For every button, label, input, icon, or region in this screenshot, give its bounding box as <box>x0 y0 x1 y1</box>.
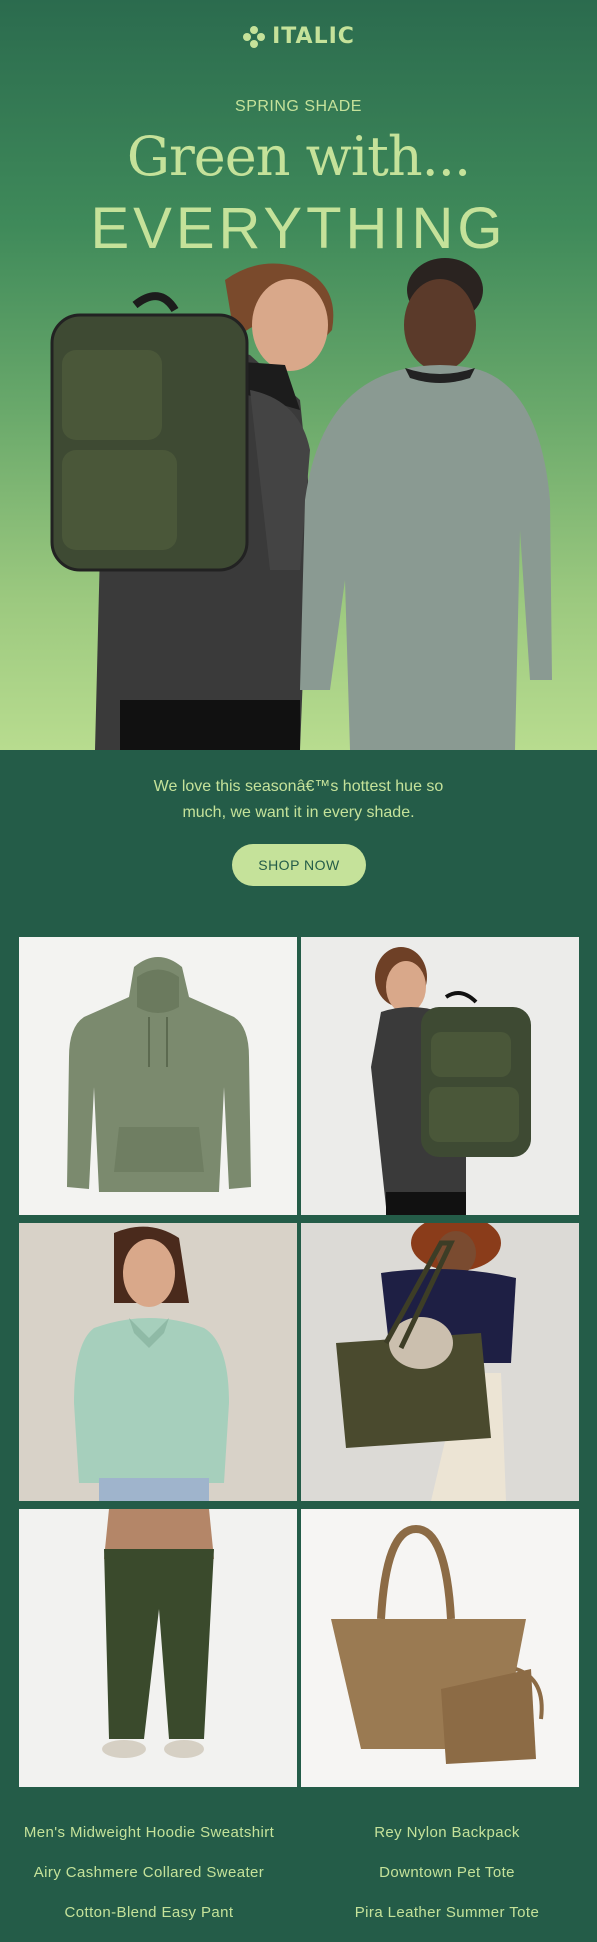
product-image-backpack[interactable] <box>301 937 579 1215</box>
logo-wordmark: ITALIC <box>272 24 355 49</box>
hero-headline: Green with... <box>126 125 471 188</box>
product-image-pant[interactable] <box>19 1509 297 1787</box>
hero-eyebrow: SPRING SHADE <box>235 98 362 115</box>
pet-tote-image <box>301 1223 579 1501</box>
hero-models-image <box>50 258 552 750</box>
intro-copy: We love this seasonâ€™s hottest hue so m… <box>153 778 444 821</box>
backpack-image <box>301 937 579 1215</box>
product-image-hoodie[interactable] <box>19 937 297 1215</box>
product-image-leather-tote[interactable] <box>301 1509 579 1787</box>
product-link-sweater[interactable]: Airy Cashmere Collared Sweater <box>0 1864 298 1881</box>
shop-now-button[interactable]: SHOP NOW <box>232 844 366 886</box>
brand-logo[interactable]: ITALIC <box>0 24 597 49</box>
product-name-list: Men's Midweight Hoodie Sweatshirt Rey Ny… <box>0 1812 597 1932</box>
flower-icon <box>243 25 266 48</box>
product-image-sweater[interactable] <box>19 1223 297 1501</box>
product-link-leather-tote[interactable]: Pira Leather Summer Tote <box>298 1904 596 1921</box>
product-link-backpack[interactable]: Rey Nylon Backpack <box>298 1824 596 1841</box>
sweater-image <box>19 1223 297 1501</box>
product-link-hoodie[interactable]: Men's Midweight Hoodie Sweatshirt <box>0 1824 298 1841</box>
leather-tote-image <box>301 1509 579 1787</box>
pant-image <box>19 1509 297 1787</box>
product-image-pet-tote[interactable] <box>301 1223 579 1501</box>
product-link-pet-tote[interactable]: Downtown Pet Tote <box>298 1864 596 1881</box>
backpack-shape <box>50 292 249 572</box>
hoodie-image <box>19 937 297 1215</box>
woman-figure <box>300 258 552 750</box>
hero-banner[interactable]: ITALIC SPRING SHADE Green with... EVERYT… <box>0 0 597 750</box>
product-link-pant[interactable]: Cotton-Blend Easy Pant <box>0 1904 298 1921</box>
